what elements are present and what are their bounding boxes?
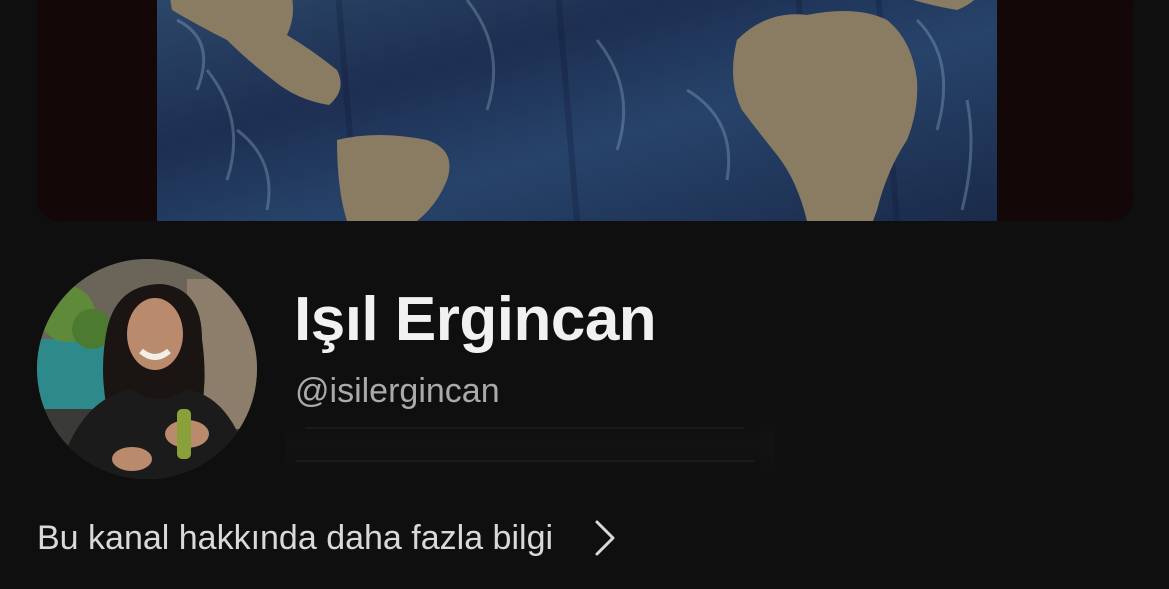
profile-photo	[37, 259, 257, 479]
avatar[interactable]	[37, 259, 257, 479]
redacted-description	[285, 412, 775, 490]
world-map-painting	[37, 0, 1133, 221]
more-info-label: Bu kanal hakkında daha fazla bilgi	[37, 518, 554, 557]
channel-name: Işıl Ergincan	[294, 285, 657, 354]
chevron-right-icon	[595, 520, 615, 556]
channel-banner	[37, 0, 1133, 221]
channel-handle: @isilergincan	[295, 372, 500, 410]
more-info-link[interactable]: Bu kanal hakkında daha fazla bilgi	[37, 514, 619, 562]
channel-header: Işıl Ergincan @isilergincan Bu kanal hak…	[0, 0, 1169, 589]
